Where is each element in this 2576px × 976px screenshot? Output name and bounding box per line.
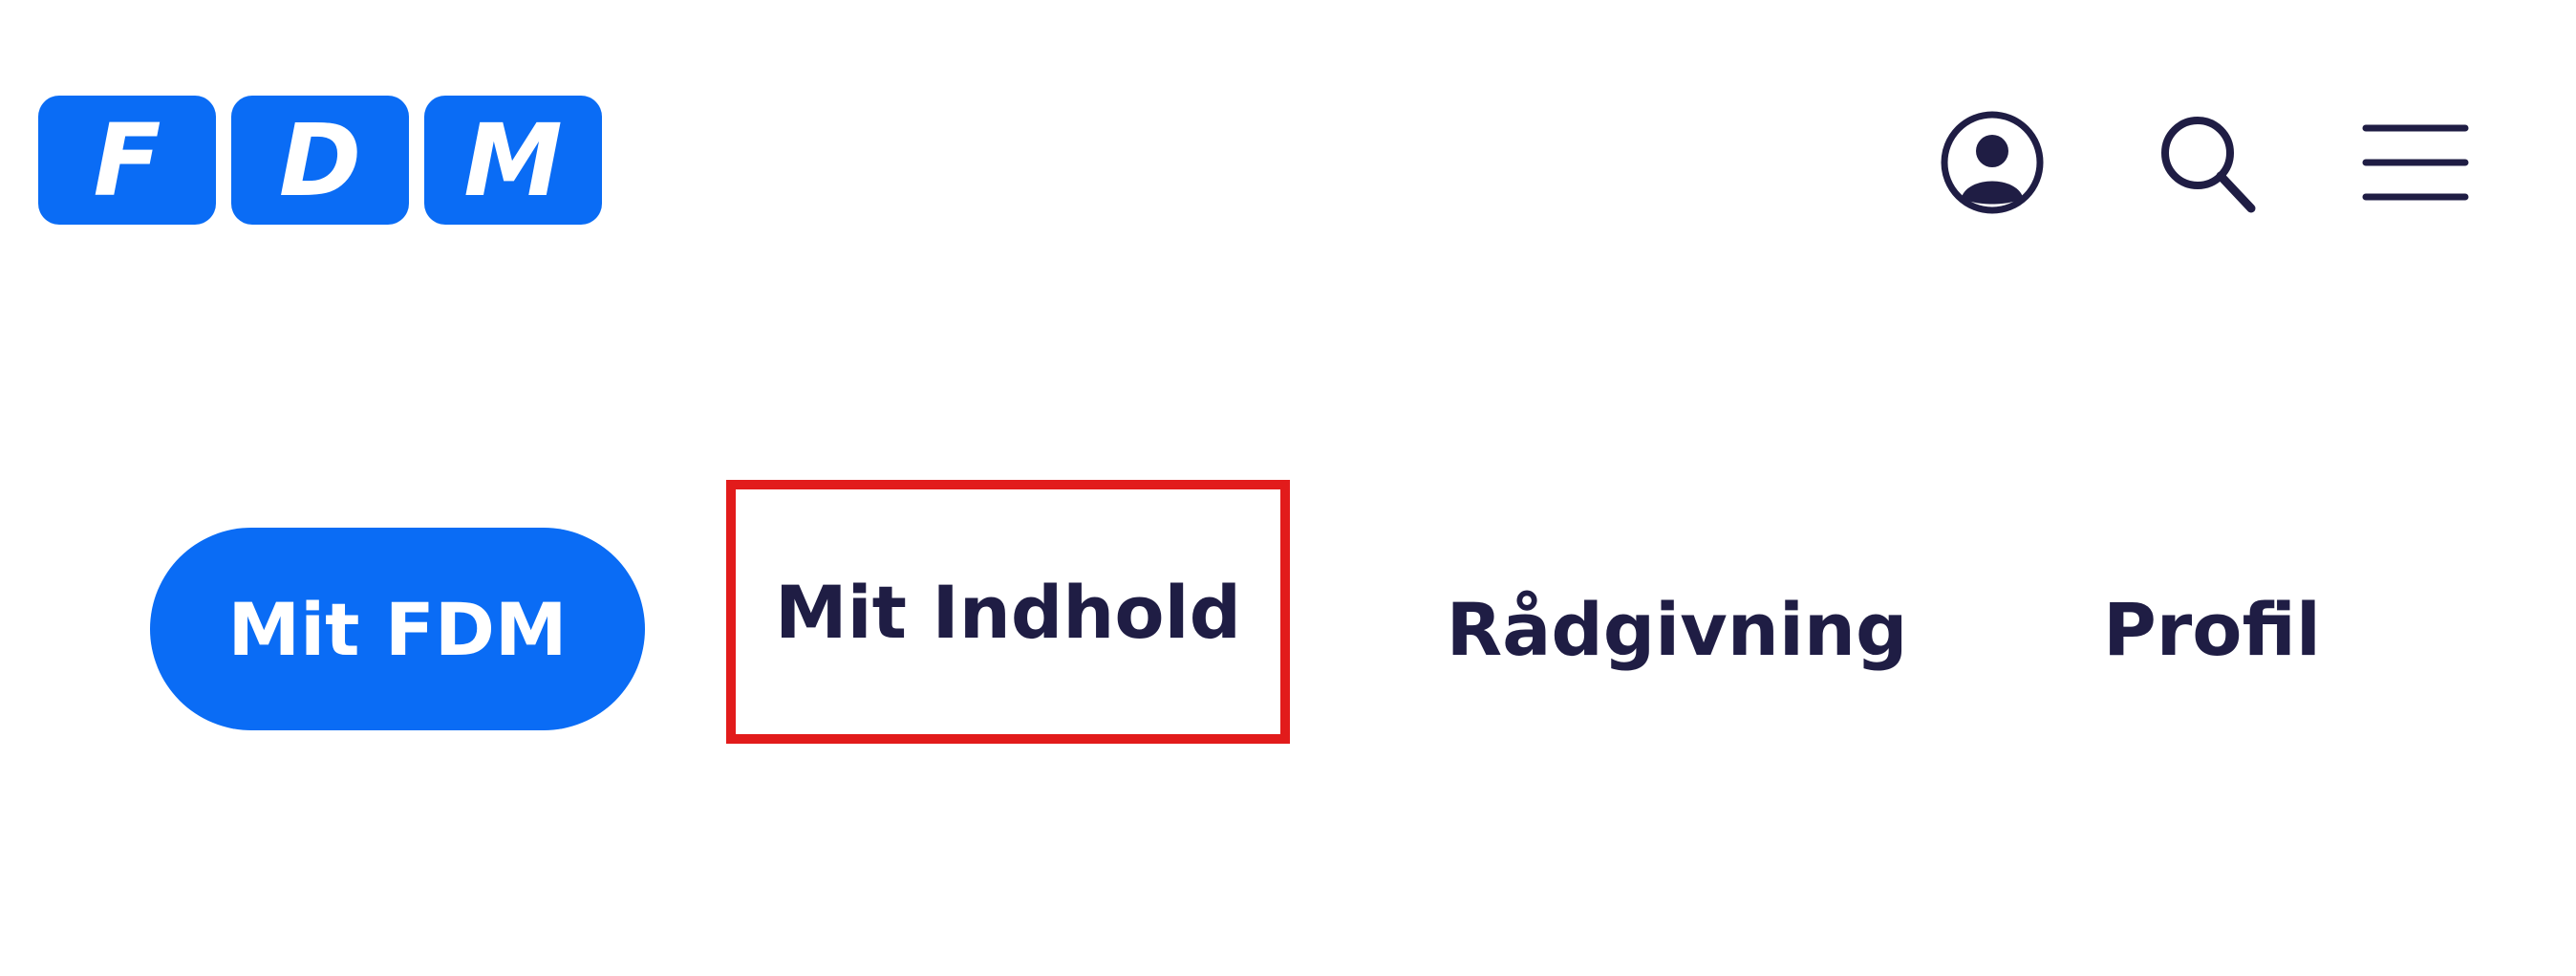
fdm-logo[interactable]: F D M xyxy=(38,96,602,225)
tab-profil[interactable]: Profil xyxy=(2069,528,2355,730)
account-nav-tabs: Mit FDM Mit Indhold Rådgivning Profil xyxy=(0,480,2576,744)
tab-mit-fdm[interactable]: Mit FDM xyxy=(150,528,645,730)
tab-raadgivning[interactable]: Rådgivning xyxy=(1409,528,1944,730)
account-button[interactable] xyxy=(1935,105,2050,220)
account-icon xyxy=(1941,111,2044,214)
search-icon xyxy=(2161,117,2256,213)
tab-mit-indhold[interactable]: Mit Indhold xyxy=(726,480,1290,744)
logo-letter-f: F xyxy=(38,96,216,225)
logo-letter-m: M xyxy=(424,96,602,225)
menu-button[interactable] xyxy=(2358,105,2473,220)
search-button[interactable] xyxy=(2150,105,2265,220)
logo-letter-d: D xyxy=(231,96,409,225)
hamburger-menu-icon xyxy=(2362,124,2469,201)
